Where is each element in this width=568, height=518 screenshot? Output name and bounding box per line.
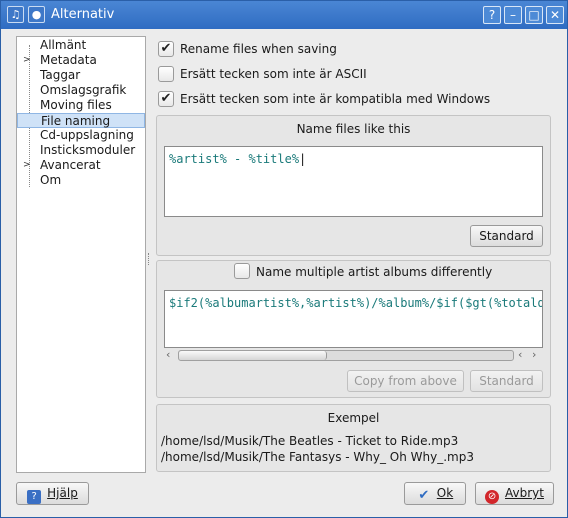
- example-title: Exempel: [327, 411, 380, 425]
- splitter-handle[interactable]: [148, 253, 150, 265]
- replace-non-ascii-label: Ersätt tecken som inte är ASCII: [180, 67, 367, 81]
- rename-files-checkbox[interactable]: ✔: [158, 41, 174, 57]
- sidebar-item-file-naming[interactable]: File naming: [17, 113, 145, 128]
- naming-standard-button[interactable]: Standard: [470, 225, 543, 247]
- ok-button[interactable]: ✔ Ok: [404, 482, 466, 505]
- sidebar-item-moving-files[interactable]: Moving files: [17, 98, 145, 113]
- scrollbar-track[interactable]: [178, 350, 514, 361]
- replace-windows-checkbox[interactable]: ✔: [158, 91, 174, 107]
- sidebar-item-insticksmoduler[interactable]: Insticksmoduler: [17, 143, 145, 158]
- app-icon[interactable]: ♫: [7, 6, 24, 23]
- naming-format-input[interactable]: %artist% - %title%|: [164, 146, 543, 217]
- cancel-icon: ⊘: [485, 490, 500, 504]
- cancel-button[interactable]: ⊘ Avbryt: [475, 482, 554, 505]
- scrollbar-thumb[interactable]: [179, 351, 327, 360]
- title-bar[interactable]: ♫ ● Alternativ ? – □ ✕: [1, 1, 567, 29]
- multi-artist-format-input[interactable]: $if2(%albumartist%,%artist%)/%album%/$if…: [164, 290, 543, 348]
- sidebar-item-om[interactable]: Om: [17, 173, 145, 188]
- scroll-right-icon[interactable]: ›: [532, 348, 536, 361]
- copy-from-above-button[interactable]: Copy from above: [347, 370, 464, 392]
- multi-artist-standard-button[interactable]: Standard: [470, 370, 543, 392]
- replace-windows-label: Ersätt tecken som inte är kompatibla med…: [180, 92, 491, 106]
- example-line: /home/lsd/Musik/The Fantasys - Why_ Oh W…: [161, 450, 474, 464]
- maximize-button[interactable]: □: [525, 6, 543, 24]
- minimize-button[interactable]: –: [504, 6, 522, 24]
- expand-arrow-icon[interactable]: >: [23, 53, 31, 68]
- checkmark-icon: ✔: [418, 488, 430, 503]
- sidebar-item-taggar[interactable]: Taggar: [17, 68, 145, 83]
- multi-artist-checkbox[interactable]: [234, 263, 250, 279]
- scroll-left-icon[interactable]: ‹: [518, 348, 522, 361]
- settings-tree[interactable]: Allmänt > Metadata Taggar Omslagsgrafik …: [16, 36, 146, 473]
- help-icon: ?: [27, 490, 42, 504]
- replace-non-ascii-checkbox[interactable]: [158, 66, 174, 82]
- scroll-left-icon[interactable]: ‹: [166, 348, 170, 361]
- naming-group-title: Name files like this: [296, 122, 411, 136]
- multi-artist-label: Name multiple artist albums differently: [256, 265, 493, 279]
- help-button[interactable]: ?: [483, 6, 501, 24]
- help-dialog-button[interactable]: ? Hjälp: [16, 482, 89, 505]
- horizontal-scrollbar[interactable]: ‹ ‹ ›: [166, 347, 543, 363]
- window-menu-icon[interactable]: ●: [28, 6, 45, 23]
- rename-files-label: Rename files when saving: [180, 42, 337, 56]
- sidebar-item-allmant[interactable]: Allmänt: [17, 38, 145, 53]
- sidebar-item-metadata[interactable]: > Metadata: [17, 53, 145, 68]
- close-button[interactable]: ✕: [546, 6, 564, 24]
- expand-arrow-icon[interactable]: >: [23, 158, 31, 173]
- sidebar-item-omslagsgrafik[interactable]: Omslagsgrafik: [17, 83, 145, 98]
- sidebar-item-cd-uppslagning[interactable]: Cd-uppslagning: [17, 128, 145, 143]
- window-title: Alternativ: [51, 7, 115, 22]
- options-dialog: ♫ ● Alternativ ? – □ ✕ Allmänt > Metadat…: [0, 0, 568, 518]
- sidebar-item-avancerat[interactable]: > Avancerat: [17, 158, 145, 173]
- example-line: /home/lsd/Musik/The Beatles - Ticket to …: [161, 434, 459, 448]
